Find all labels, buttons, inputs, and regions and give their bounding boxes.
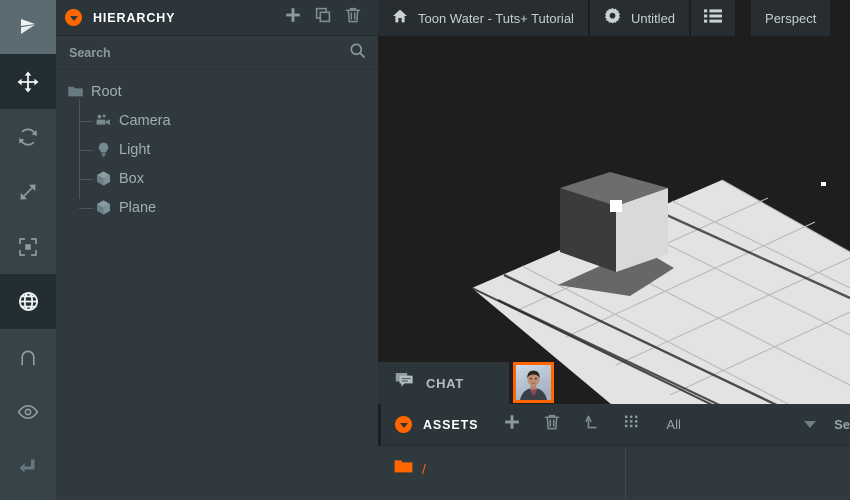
entity-tree: Root Camera Light Box Plane [56, 70, 378, 222]
tree-item-camera[interactable]: Camera [56, 106, 378, 135]
world-space-toggle-button[interactable] [0, 274, 56, 329]
trash-icon [344, 6, 362, 29]
upload-icon [583, 413, 601, 436]
assets-panel: ASSETS All Se / [378, 404, 850, 500]
focus-tool-button[interactable] [0, 219, 56, 274]
asset-filter-label[interactable]: All [666, 417, 680, 432]
camera-mode-button[interactable]: Perspect [751, 0, 833, 36]
snap-toggle-button[interactable] [0, 329, 56, 384]
search-input[interactable] [69, 45, 349, 60]
rotate-tool-button[interactable] [0, 109, 56, 164]
top-bar-gap [737, 0, 752, 36]
plus-icon [284, 6, 302, 29]
globe-icon [16, 289, 41, 314]
grid-icon [624, 414, 640, 435]
viewport-marker-dot [821, 182, 826, 186]
hierarchy-search-row[interactable] [56, 36, 378, 70]
home-icon [392, 8, 408, 29]
camera-icon [95, 112, 112, 129]
gizmo-handle-dot [610, 200, 622, 212]
upload-asset-button[interactable] [572, 404, 612, 446]
tree-item-label: Light [119, 141, 151, 158]
assets-header: ASSETS All Se [378, 404, 850, 446]
editor-root: HIERARCHY Search Root Camera Light Box P… [0, 0, 850, 500]
bounding-box-icon [16, 235, 40, 259]
tree-connector-horizontal [79, 178, 93, 180]
tree-item-plane[interactable]: Plane [56, 193, 378, 222]
tree-item-label: Plane [119, 199, 157, 216]
camera-mode-label: Perspect [765, 10, 817, 26]
delete-entity-button[interactable] [338, 0, 368, 36]
tree-item-label: Box [119, 170, 144, 187]
scene-name-label: Untitled [630, 10, 676, 26]
light-bulb-icon [95, 141, 112, 158]
playcanvas-logo-button[interactable] [0, 0, 56, 54]
tree-item-light[interactable]: Light [56, 135, 378, 164]
scene-list-button[interactable] [691, 0, 738, 36]
tree-connector-horizontal [79, 149, 93, 151]
asset-item-label: / [422, 461, 426, 477]
return-arrow-icon [16, 455, 40, 479]
assets-title: ASSETS [423, 417, 479, 432]
scale-tool-button[interactable] [0, 164, 56, 219]
translate-tool-button[interactable] [0, 54, 56, 109]
tree-item-root[interactable]: Root [56, 77, 378, 199]
copy-icon [314, 6, 332, 29]
hierarchy-header: HIERARCHY [56, 0, 378, 36]
box-mesh [560, 172, 668, 272]
magnet-icon [16, 345, 40, 369]
add-asset-button[interactable] [492, 404, 532, 446]
viewport-top-bar: Toon Water - Tuts+ Tutorial Untitled Per… [378, 0, 850, 36]
chat-bubbles-icon [395, 372, 414, 395]
scene-settings-button[interactable]: Untitled [589, 0, 692, 36]
cube-icon [95, 199, 112, 216]
history-button[interactable] [0, 439, 56, 494]
list-icon [704, 8, 723, 29]
grid-view-button[interactable] [612, 404, 652, 446]
assets-collapse-icon[interactable] [395, 416, 412, 433]
hierarchy-title: HIERARCHY [93, 10, 176, 25]
search-icon[interactable] [349, 42, 366, 64]
tree-item-box[interactable]: Box [56, 164, 378, 193]
user-avatar[interactable] [513, 362, 554, 403]
chevron-down-icon[interactable] [804, 421, 817, 428]
project-home-button[interactable]: Toon Water - Tuts+ Tutorial [378, 0, 590, 36]
project-name-label: Toon Water - Tuts+ Tutorial [418, 10, 574, 26]
plus-icon [503, 413, 521, 436]
left-tool-toolbar [0, 0, 56, 500]
hierarchy-collapse-icon[interactable] [65, 9, 82, 26]
duplicate-entity-button[interactable] [308, 0, 338, 36]
tree-item-label: Root [91, 83, 122, 100]
assets-column-divider [625, 448, 626, 500]
rotate-gizmo-icon [16, 125, 40, 149]
chat-tab-strip: CHAT [378, 362, 850, 404]
add-entity-button[interactable] [278, 0, 308, 36]
gear-icon [604, 7, 621, 29]
folder-icon [67, 83, 84, 100]
delete-asset-button[interactable] [532, 404, 572, 446]
move-gizmo-icon [16, 70, 40, 94]
tree-item-label: Camera [119, 112, 171, 129]
eye-icon [16, 400, 40, 424]
tree-connector-horizontal [79, 120, 93, 122]
cube-icon [95, 170, 112, 187]
hierarchy-panel: HIERARCHY Search Root Camera Light Box P… [56, 0, 378, 500]
tree-connector-horizontal [79, 207, 93, 209]
trash-icon [543, 413, 561, 436]
assets-search-label[interactable]: Se [834, 417, 850, 432]
scale-gizmo-icon [16, 180, 40, 204]
chat-tab-label: CHAT [426, 375, 464, 391]
visibility-toggle-button[interactable] [0, 384, 56, 439]
folder-icon [394, 459, 413, 479]
assets-body: / [378, 446, 850, 500]
chat-tab-button[interactable]: CHAT [378, 362, 511, 404]
playcanvas-logo-icon [15, 14, 41, 40]
asset-item-root-folder[interactable]: / [378, 446, 850, 479]
